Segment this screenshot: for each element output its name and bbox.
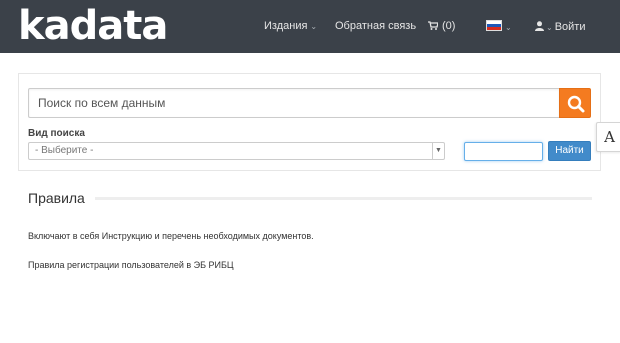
- rules-description: Включают в себя Инструкцию и перечень не…: [28, 231, 314, 241]
- chevron-down-icon: ⌄: [546, 23, 553, 32]
- login-dropdown[interactable]: ⌄ Войти: [535, 20, 586, 34]
- user-icon: [535, 21, 544, 31]
- secondary-search-field[interactable]: [464, 142, 543, 161]
- chevron-down-icon: ⌄: [505, 23, 512, 32]
- page-title: Правила: [28, 190, 85, 206]
- font-size-toggle[interactable]: A: [596, 122, 620, 152]
- russian-flag-icon: [486, 20, 502, 31]
- cart-count: (0): [442, 20, 456, 32]
- search-button[interactable]: [559, 88, 591, 118]
- caret-down-icon: ▼: [432, 143, 444, 159]
- title-divider: [95, 197, 592, 200]
- registration-rules-link[interactable]: Правила регистрации пользователей в ЭБ Р…: [28, 260, 234, 271]
- search-input[interactable]: Поиск по всем данным: [28, 88, 559, 118]
- site-logo[interactable]: kadata: [18, 4, 168, 48]
- search-type-select[interactable]: - Выберите - ▼: [28, 142, 445, 160]
- nav-cart-link[interactable]: (0): [428, 20, 455, 33]
- search-placeholder: Поиск по всем данным: [38, 96, 166, 110]
- language-dropdown[interactable]: ⌄: [486, 20, 512, 34]
- nav-editions-label: Издания: [264, 20, 308, 32]
- nav-editions-dropdown[interactable]: Издания ⌄: [264, 20, 317, 33]
- search-icon: [567, 95, 585, 113]
- cart-icon: [428, 21, 438, 30]
- login-label: Войти: [554, 21, 586, 33]
- search-type-label: Вид поиска: [28, 128, 85, 139]
- find-button[interactable]: Найти: [548, 141, 591, 161]
- search-type-selected: - Выберите -: [35, 145, 94, 156]
- chevron-down-icon: ⌄: [310, 22, 318, 31]
- nav-feedback-link[interactable]: Обратная связь: [335, 20, 416, 33]
- top-navbar: kadata Издания ⌄ Обратная связь (0) ⌄ ⌄ Во…: [0, 0, 620, 53]
